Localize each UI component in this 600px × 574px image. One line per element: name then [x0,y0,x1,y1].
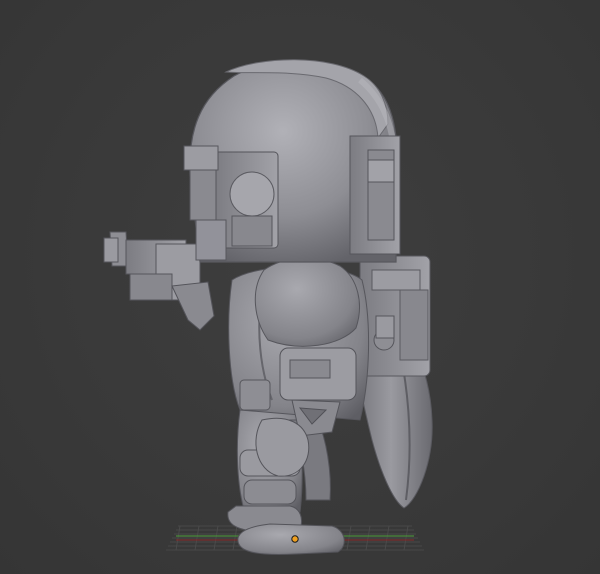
sculpted-figure-model[interactable] [103,59,433,555]
object-origin-icon[interactable] [291,535,299,543]
3d-viewport[interactable] [0,0,600,574]
helmet [183,59,401,263]
viewport-scene[interactable] [0,0,600,574]
jetpack [359,255,431,377]
boots [227,505,345,555]
